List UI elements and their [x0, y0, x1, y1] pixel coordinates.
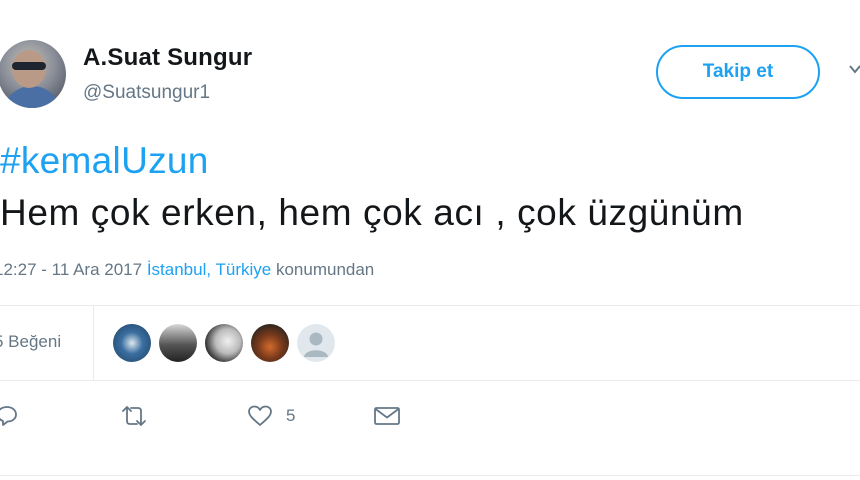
likes-count[interactable]: 5 Beğeni [0, 332, 61, 352]
envelope-icon [374, 407, 400, 425]
liker-avatar-default[interactable] [297, 324, 335, 362]
liker-avatar[interactable] [159, 324, 197, 362]
reply-icon [0, 406, 17, 426]
hashtag-link[interactable]: #kemalUzun [0, 140, 209, 182]
chevron-down-icon[interactable] [848, 62, 860, 76]
user-handle[interactable]: @Suatsungur1 [83, 82, 210, 104]
follow-button[interactable]: Takip et [656, 45, 820, 99]
direct-message-button[interactable] [372, 396, 402, 436]
divider [0, 475, 860, 476]
display-name[interactable]: A.Suat Sungur [83, 44, 252, 72]
location-link[interactable]: İstanbul, Türkiye [147, 260, 271, 279]
heart-icon [248, 405, 272, 426]
divider [0, 380, 860, 381]
location-suffix: konumundan [275, 260, 375, 279]
liker-avatar[interactable] [251, 324, 289, 362]
like-count: 5 [286, 406, 296, 425]
retweet-button[interactable] [118, 396, 150, 436]
reply-button[interactable] [0, 396, 20, 436]
tweet-card: A.Suat Sungur @Suatsungur1 Takip et #kem… [0, 0, 860, 480]
timestamp[interactable]: 12:27 - 11 Ara 2017 [0, 260, 142, 279]
tweet-actions: 5 [0, 396, 860, 436]
default-user-icon [304, 332, 328, 357]
liker-avatar[interactable] [205, 324, 243, 362]
tweet-stats: 5 Beğeni [0, 306, 860, 380]
avatar[interactable] [0, 40, 66, 108]
stats-divider [93, 306, 94, 380]
tweet-text: Hem çok erken, hem çok acı , çok üzgünüm [0, 192, 744, 233]
tweet-meta: 12:27 - 11 Ara 2017 İstanbul, Türkiye ko… [0, 260, 374, 280]
retweet-icon [122, 406, 146, 426]
like-button[interactable]: 5 [246, 396, 295, 436]
liker-avatar[interactable] [113, 324, 151, 362]
